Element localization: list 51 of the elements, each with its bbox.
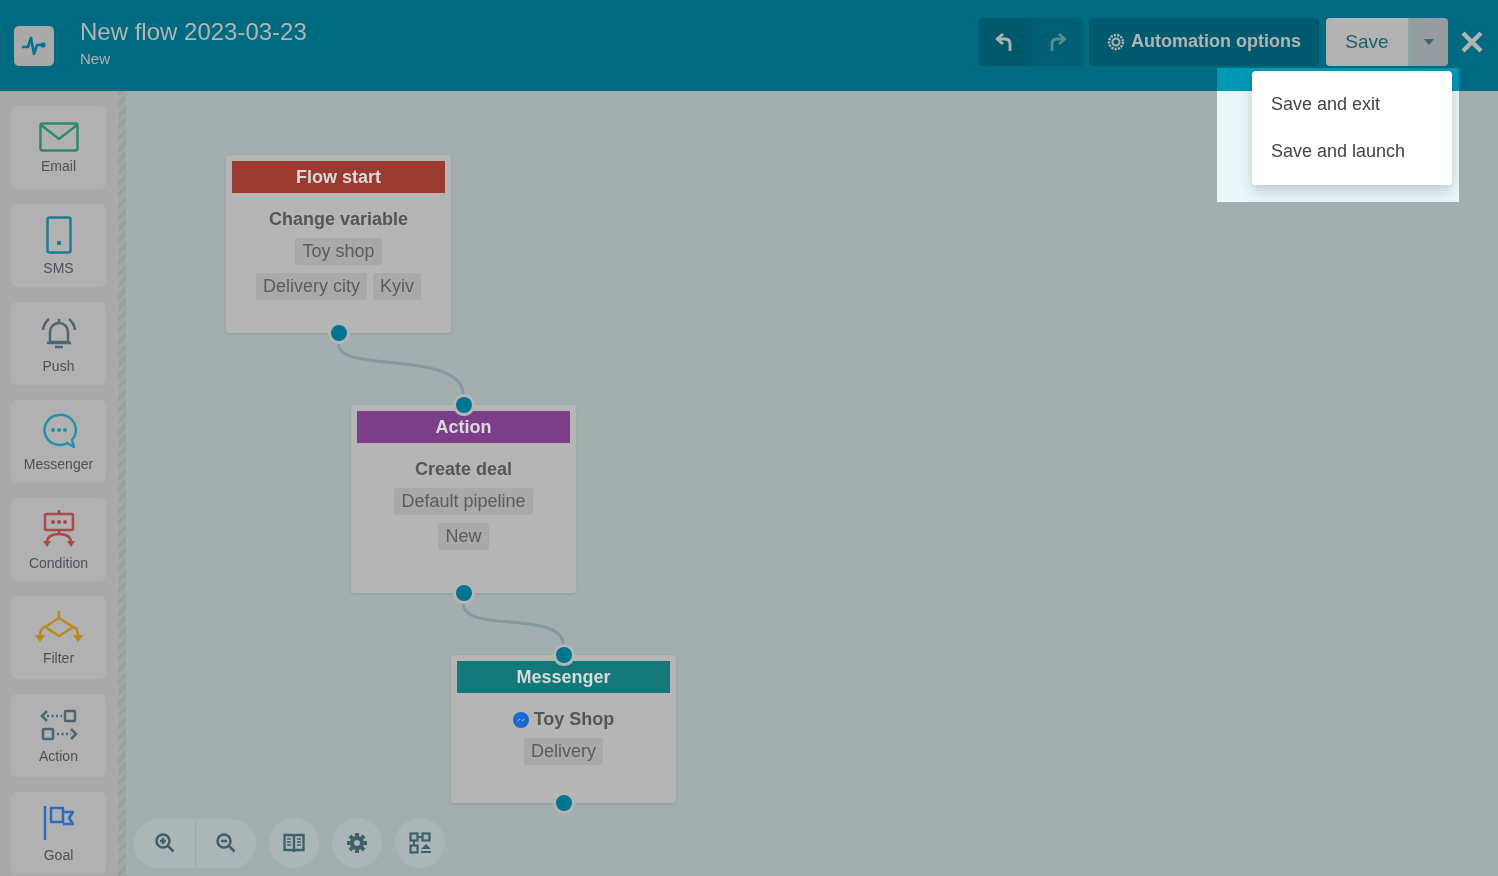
caret-icon: [1424, 38, 1434, 45]
block-palette-item[interactable]: Action: [11, 694, 106, 777]
block-palette-item[interactable]: Email: [11, 106, 106, 189]
flow-title: New flow 2023-03-23: [80, 18, 307, 46]
phone-icon: [45, 215, 72, 254]
zoom-in-icon: [154, 833, 175, 853]
node-title: Toy Shop: [512, 709, 615, 730]
flag-icon: [41, 804, 76, 841]
block-palette-item[interactable]: Condition: [11, 498, 106, 581]
save-button[interactable]: Save: [1326, 17, 1408, 66]
block-palette-item[interactable]: Push: [11, 302, 106, 385]
node-tag: Toy shop: [295, 238, 382, 265]
node-tag: Kyiv: [373, 273, 421, 300]
app-logo: [14, 25, 54, 66]
messenger-icon: [512, 711, 529, 728]
node-header: Flow start: [232, 161, 445, 193]
settings-icon: [1107, 32, 1125, 51]
block-palette-item[interactable]: SMS: [11, 204, 106, 287]
node-tag: Default pipeline: [394, 488, 533, 515]
block-palette-item[interactable]: Goal: [11, 792, 106, 875]
block-palette-item[interactable]: Messenger: [11, 400, 106, 483]
node-tag: Delivery city: [256, 273, 367, 300]
settings-button[interactable]: [332, 818, 382, 868]
layout-button[interactable]: [395, 818, 445, 868]
node-title: Change variable: [268, 209, 409, 230]
settings-icon: [347, 833, 367, 853]
node-header: Messenger: [457, 661, 670, 693]
undo-button[interactable]: [979, 17, 1031, 66]
flow-status: New: [80, 50, 111, 67]
block-palette-item[interactable]: Filter: [11, 596, 106, 679]
menu-item[interactable]: Save and exit: [1252, 81, 1452, 128]
close-icon: [1460, 29, 1484, 54]
zoom-out-icon: [216, 833, 236, 853]
input-port[interactable]: [452, 394, 475, 416]
diamond-fork-icon: [33, 609, 84, 644]
flow-node[interactable]: Action Create deal Default pipeline New: [351, 405, 576, 593]
flow-node[interactable]: Messenger Toy Shop Delivery: [451, 655, 676, 803]
automation-options-button[interactable]: Automation options: [1089, 17, 1319, 66]
guide-button[interactable]: [269, 818, 319, 868]
save-menu-toggle[interactable]: [1408, 17, 1448, 66]
node-tag: New: [438, 523, 489, 550]
book-icon: [283, 833, 305, 853]
arrows-icon: [38, 707, 79, 742]
flow-node[interactable]: Flow start Change variable Toy shop Delivery city Kyiv: [226, 155, 451, 333]
input-port[interactable]: [552, 644, 575, 666]
node-tag: Delivery: [524, 738, 603, 765]
menu-item[interactable]: Save and launch: [1252, 128, 1452, 175]
envelope-icon: [38, 121, 79, 152]
node-title: Create deal: [414, 459, 513, 480]
node-header: Action: [357, 411, 570, 443]
layout-icon: [409, 832, 431, 854]
